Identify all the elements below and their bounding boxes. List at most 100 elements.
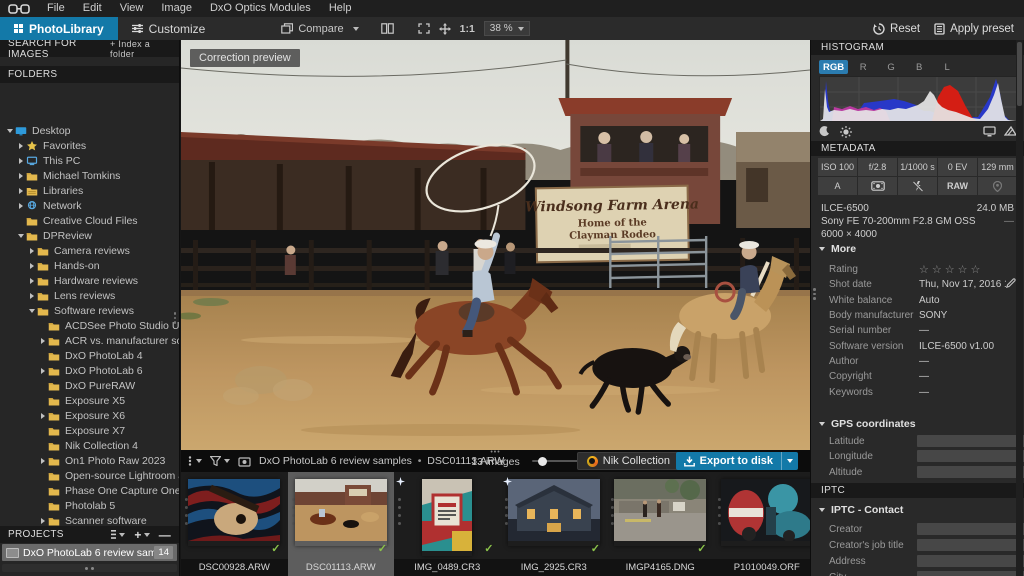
menu-help[interactable]: Help <box>320 0 361 17</box>
folder-tree-item[interactable]: Creative Cloud Files <box>0 213 179 228</box>
histogram-tab-b[interactable]: B <box>906 60 932 74</box>
project-sort-button[interactable] <box>111 530 125 539</box>
iptc-contact-toggle[interactable]: IPTC - Contact <box>819 504 903 516</box>
tree-expander-icon[interactable] <box>38 518 48 524</box>
folder-tree-item[interactable]: DPReview <box>0 228 179 243</box>
folder-tree-item[interactable]: Libraries <box>0 183 179 198</box>
folder-tree-item[interactable]: Exposure X5 <box>0 393 179 408</box>
tree-expander-icon[interactable] <box>27 278 37 284</box>
tree-expander-icon[interactable] <box>27 293 37 299</box>
projects-header[interactable]: PROJECTS + — <box>0 526 179 543</box>
zoom-1to1-button[interactable]: 1:1 <box>460 23 475 35</box>
right-panel-collapse-handle[interactable] <box>813 288 816 300</box>
compare-button[interactable]: Compare <box>281 23 343 35</box>
thumbnail-size-slider[interactable] <box>532 460 578 462</box>
folder-tree-item[interactable]: DxO PhotoLab 4 <box>0 348 179 363</box>
menu-dxo-optics-modules[interactable]: DxO Optics Modules <box>201 0 320 17</box>
folder-tree-item[interactable]: Software reviews <box>0 303 179 318</box>
tree-expander-icon[interactable] <box>38 413 48 419</box>
tab-customize[interactable]: Customize <box>118 17 220 40</box>
folder-tree-item[interactable]: Desktop <box>0 123 179 138</box>
filmstrip-thumbnail-IMG_2925.CR3[interactable]: ✓IMG_2925.CR3 <box>501 472 608 576</box>
sidebar-horizontal-scrollbar[interactable] <box>2 564 177 572</box>
sort-order-button[interactable] <box>187 456 202 466</box>
iptc-header[interactable]: IPTC <box>811 483 1024 498</box>
right-panel-scrollbar[interactable] <box>1016 40 1023 576</box>
tree-expander-icon[interactable] <box>38 338 48 344</box>
tree-expander-icon[interactable] <box>16 158 26 164</box>
search-for-images-header[interactable]: SEARCH FOR IMAGES + Index a folder <box>0 40 179 57</box>
creator-input[interactable] <box>917 523 1024 535</box>
tab-photolibrary[interactable]: PhotoLibrary <box>0 17 118 40</box>
add-project-button[interactable]: + <box>134 528 149 542</box>
menu-image[interactable]: Image <box>152 0 201 17</box>
creator-s-job-title-input[interactable] <box>917 539 1024 551</box>
split-view-icon[interactable] <box>381 23 394 34</box>
folder-tree-item[interactable]: Nik Collection 4 <box>0 438 179 453</box>
edit-pencil-icon[interactable] <box>1006 278 1016 291</box>
folder-tree-item[interactable]: Hands-on <box>0 258 179 273</box>
tree-expander-icon[interactable] <box>27 309 37 313</box>
menu-edit[interactable]: Edit <box>74 0 111 17</box>
folder-tree-item[interactable]: Camera reviews <box>0 243 179 258</box>
tree-expander-icon[interactable] <box>16 143 26 149</box>
project-item-selected[interactable]: DxO PhotoLab 6 review samples 14 <box>2 544 177 561</box>
filter-button[interactable] <box>210 456 230 466</box>
filmstrip-thumbnail-P1010049.ORF[interactable]: P1010049.ORF <box>714 472 811 576</box>
rating-stars[interactable]: ☆☆☆☆☆ <box>919 263 983 276</box>
folder-tree-item[interactable]: This PC <box>0 153 179 168</box>
latitude-input[interactable] <box>917 435 1024 447</box>
histogram-tab-l[interactable]: L <box>934 60 960 74</box>
histogram-tab-g[interactable]: G <box>878 60 904 74</box>
filmstrip-thumbnail-IMG_0489.CR3[interactable]: ✓IMG_0489.CR3 <box>394 472 501 576</box>
metadata-header[interactable]: METADATA <box>811 141 1024 156</box>
histogram-header[interactable]: HISTOGRAM <box>811 40 1024 55</box>
tree-expander-icon[interactable] <box>16 173 26 179</box>
folder-tree-item[interactable]: Exposure X6 <box>0 408 179 423</box>
highlight-clipping-icon[interactable] <box>840 126 852 138</box>
compare-caret[interactable] <box>353 27 359 31</box>
folder-tree-item[interactable]: Hardware reviews <box>0 273 179 288</box>
folder-tree-item[interactable]: Open-source Lightroom alternatives <box>0 468 179 483</box>
breadcrumb-source[interactable]: DxO PhotoLab 6 review samples <box>259 455 412 467</box>
address-input[interactable] <box>917 555 1024 567</box>
export-to-disk-button[interactable]: Export to disk <box>676 452 798 470</box>
shadow-clipping-icon[interactable] <box>819 126 830 137</box>
nik-collection-button[interactable]: Nik Collection <box>577 452 680 470</box>
tree-expander-icon[interactable] <box>38 368 48 374</box>
folder-tree-item[interactable]: Favorites <box>0 138 179 153</box>
folder-tree-item[interactable]: Michael Tomkins <box>0 168 179 183</box>
slider-knob[interactable] <box>538 457 547 466</box>
menu-view[interactable]: View <box>111 0 153 17</box>
histogram-tab-rgb[interactable]: RGB <box>819 60 848 74</box>
folder-tree-item[interactable]: DxO PureRAW <box>0 378 179 393</box>
reset-button[interactable]: Reset <box>873 23 920 35</box>
tree-expander-icon[interactable] <box>16 203 26 209</box>
tree-expander-icon[interactable] <box>27 248 37 254</box>
menu-file[interactable]: File <box>38 0 74 17</box>
monitor-icon[interactable] <box>983 126 996 137</box>
folder-tree-item[interactable]: Exposure X7 <box>0 423 179 438</box>
histogram-tab-r[interactable]: R <box>850 60 876 74</box>
fit-screen-icon[interactable] <box>418 23 430 34</box>
filmstrip-thumbnail-DSC00928.ARW[interactable]: ✓DSC00928.ARW <box>181 472 288 576</box>
thumbnail-rating-dots[interactable] <box>398 498 401 525</box>
filmstrip-thumbnail-DSC01113.ARW[interactable]: ✓DSC01113.ARW <box>288 472 395 576</box>
apply-preset-button[interactable]: Apply preset <box>934 23 1014 35</box>
folder-tree-item[interactable]: Lens reviews <box>0 288 179 303</box>
remove-project-button[interactable]: — <box>159 528 171 542</box>
tree-expander-icon[interactable] <box>16 234 26 238</box>
folder-tree-item[interactable]: Network <box>0 198 179 213</box>
folder-tree-item[interactable]: Photolab 5 <box>0 498 179 513</box>
city-input[interactable] <box>917 571 1024 576</box>
tree-expander-icon[interactable] <box>38 458 48 464</box>
gps-coordinates-toggle[interactable]: GPS coordinates <box>819 418 916 430</box>
folder-tree-item[interactable]: On1 Photo Raw 2023 <box>0 453 179 468</box>
zoom-level-dropdown[interactable]: 38 % <box>484 21 530 36</box>
sidebar-collapse-handle[interactable] <box>174 312 177 324</box>
altitude-input[interactable] <box>917 466 1024 478</box>
more-toggle[interactable]: More <box>819 243 856 255</box>
image-viewer-canvas[interactable]: Windsong Farm Arena Home of the Clayman … <box>181 40 810 450</box>
pan-tool-icon[interactable] <box>439 23 451 35</box>
filmstrip-thumbnail-IMGP4165.DNG[interactable]: ✓IMGP4165.DNG <box>607 472 714 576</box>
